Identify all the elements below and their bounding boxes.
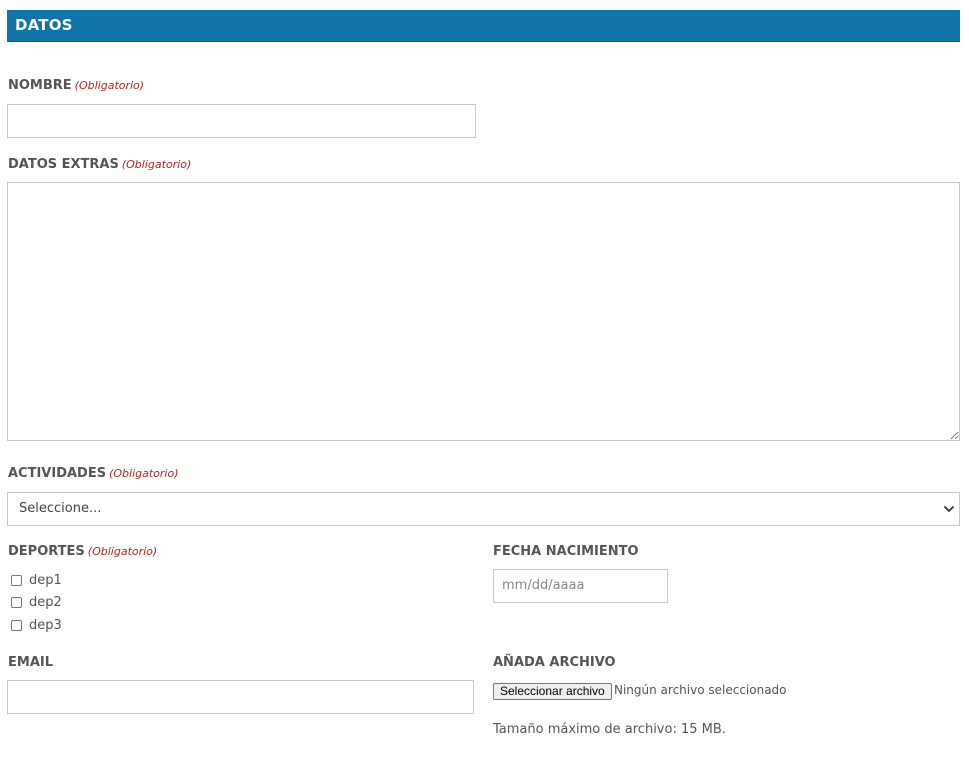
- datos-extras-label: DATOS EXTRAS (Obligatorio): [8, 157, 191, 172]
- section-title: DATOS: [15, 16, 73, 34]
- actividades-label-text: ACTIVIDADES: [8, 466, 107, 481]
- nombre-input[interactable]: [7, 104, 476, 138]
- deportes-required-tag: (Obligatorio): [87, 545, 158, 558]
- dep2-label: dep2: [29, 594, 62, 610]
- dep1-label: dep1: [29, 572, 62, 588]
- actividades-select[interactable]: Seleccione...: [7, 492, 960, 526]
- archivo-label: AÑADA ARCHIVO: [493, 655, 616, 670]
- actividades-required-tag: (Obligatorio): [109, 467, 179, 480]
- datos-extras-textarea[interactable]: [7, 182, 960, 441]
- nombre-label-text: NOMBRE: [8, 78, 72, 93]
- datos-extras-label-text: DATOS EXTRAS: [8, 157, 119, 172]
- dep3-label: dep3: [29, 617, 62, 633]
- nombre-required-tag: (Obligatorio): [74, 79, 145, 92]
- file-status-text: Ningún archivo seleccionado: [614, 683, 787, 697]
- nombre-label: NOMBRE (Obligatorio): [8, 78, 144, 93]
- select-file-button[interactable]: Seleccionar archivo: [493, 683, 612, 700]
- dep2-checkbox[interactable]: [11, 596, 22, 608]
- datos-extras-required-tag: (Obligatorio): [121, 158, 192, 171]
- email-label-text: EMAIL: [8, 655, 53, 670]
- actividades-label: ACTIVIDADES (Obligatorio): [8, 466, 179, 481]
- section-header: DATOS: [7, 10, 960, 42]
- deportes-option[interactable]: dep2: [11, 593, 62, 611]
- dep3-checkbox[interactable]: [11, 619, 22, 631]
- archivo-label-text: AÑADA ARCHIVO: [493, 655, 616, 670]
- deportes-label-text: DEPORTES: [8, 544, 85, 559]
- deportes-option[interactable]: dep1: [11, 571, 62, 589]
- fecha-nacimiento-label-text: FECHA NACIMIENTO: [493, 544, 639, 559]
- fecha-nacimiento-input[interactable]: mm/dd/aaaa: [493, 569, 668, 603]
- dep1-checkbox[interactable]: [11, 574, 22, 586]
- deportes-label: DEPORTES (Obligatorio): [8, 544, 157, 559]
- chevron-down-icon: [944, 506, 954, 512]
- email-label: EMAIL: [8, 655, 53, 670]
- fecha-nacimiento-label: FECHA NACIMIENTO: [493, 544, 639, 559]
- email-field[interactable]: [7, 680, 474, 714]
- deportes-option[interactable]: dep3: [11, 616, 62, 634]
- actividades-selected-value: Seleccione...: [19, 501, 102, 516]
- file-size-note: Tamaño máximo de archivo: 15 MB.: [493, 722, 726, 737]
- fecha-nacimiento-placeholder: mm/dd/aaaa: [502, 578, 585, 593]
